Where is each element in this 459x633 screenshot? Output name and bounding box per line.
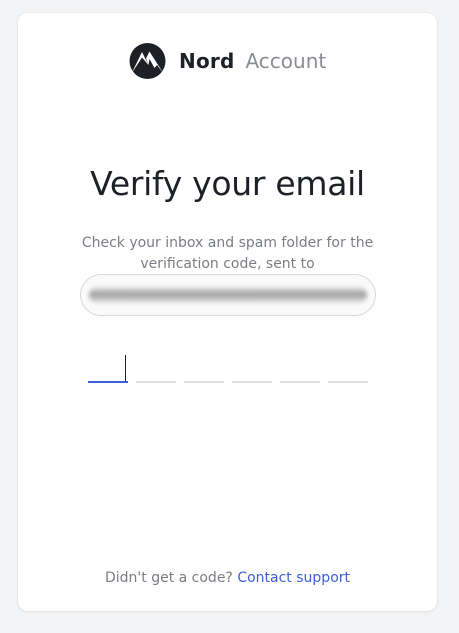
support-footer: Didn't get a code? Contact support [18,570,437,586]
text-cursor [125,355,126,381]
code-digit-5[interactable] [280,381,320,383]
code-digit-2[interactable] [136,381,176,383]
code-digit-4[interactable] [232,381,272,383]
email-display [80,274,376,316]
contact-support-link[interactable]: Contact support [237,570,350,586]
nord-account-logo: Nord Account [128,43,326,79]
verify-card: Nord Account Verify your email Check you… [18,13,437,611]
instructions-text: Check your inbox and spam folder for the… [81,235,374,272]
no-code-prompt: Didn't get a code? [104,570,233,586]
code-digit-6[interactable] [328,381,368,383]
nord-mountain-icon [128,43,167,79]
product-name: Account [245,49,327,73]
email-value [81,275,375,315]
code-digit-1[interactable] [88,381,128,383]
code-digit-3[interactable] [184,381,224,383]
brand-name: Nord [179,49,235,73]
page-title: Verify your email [90,164,365,203]
